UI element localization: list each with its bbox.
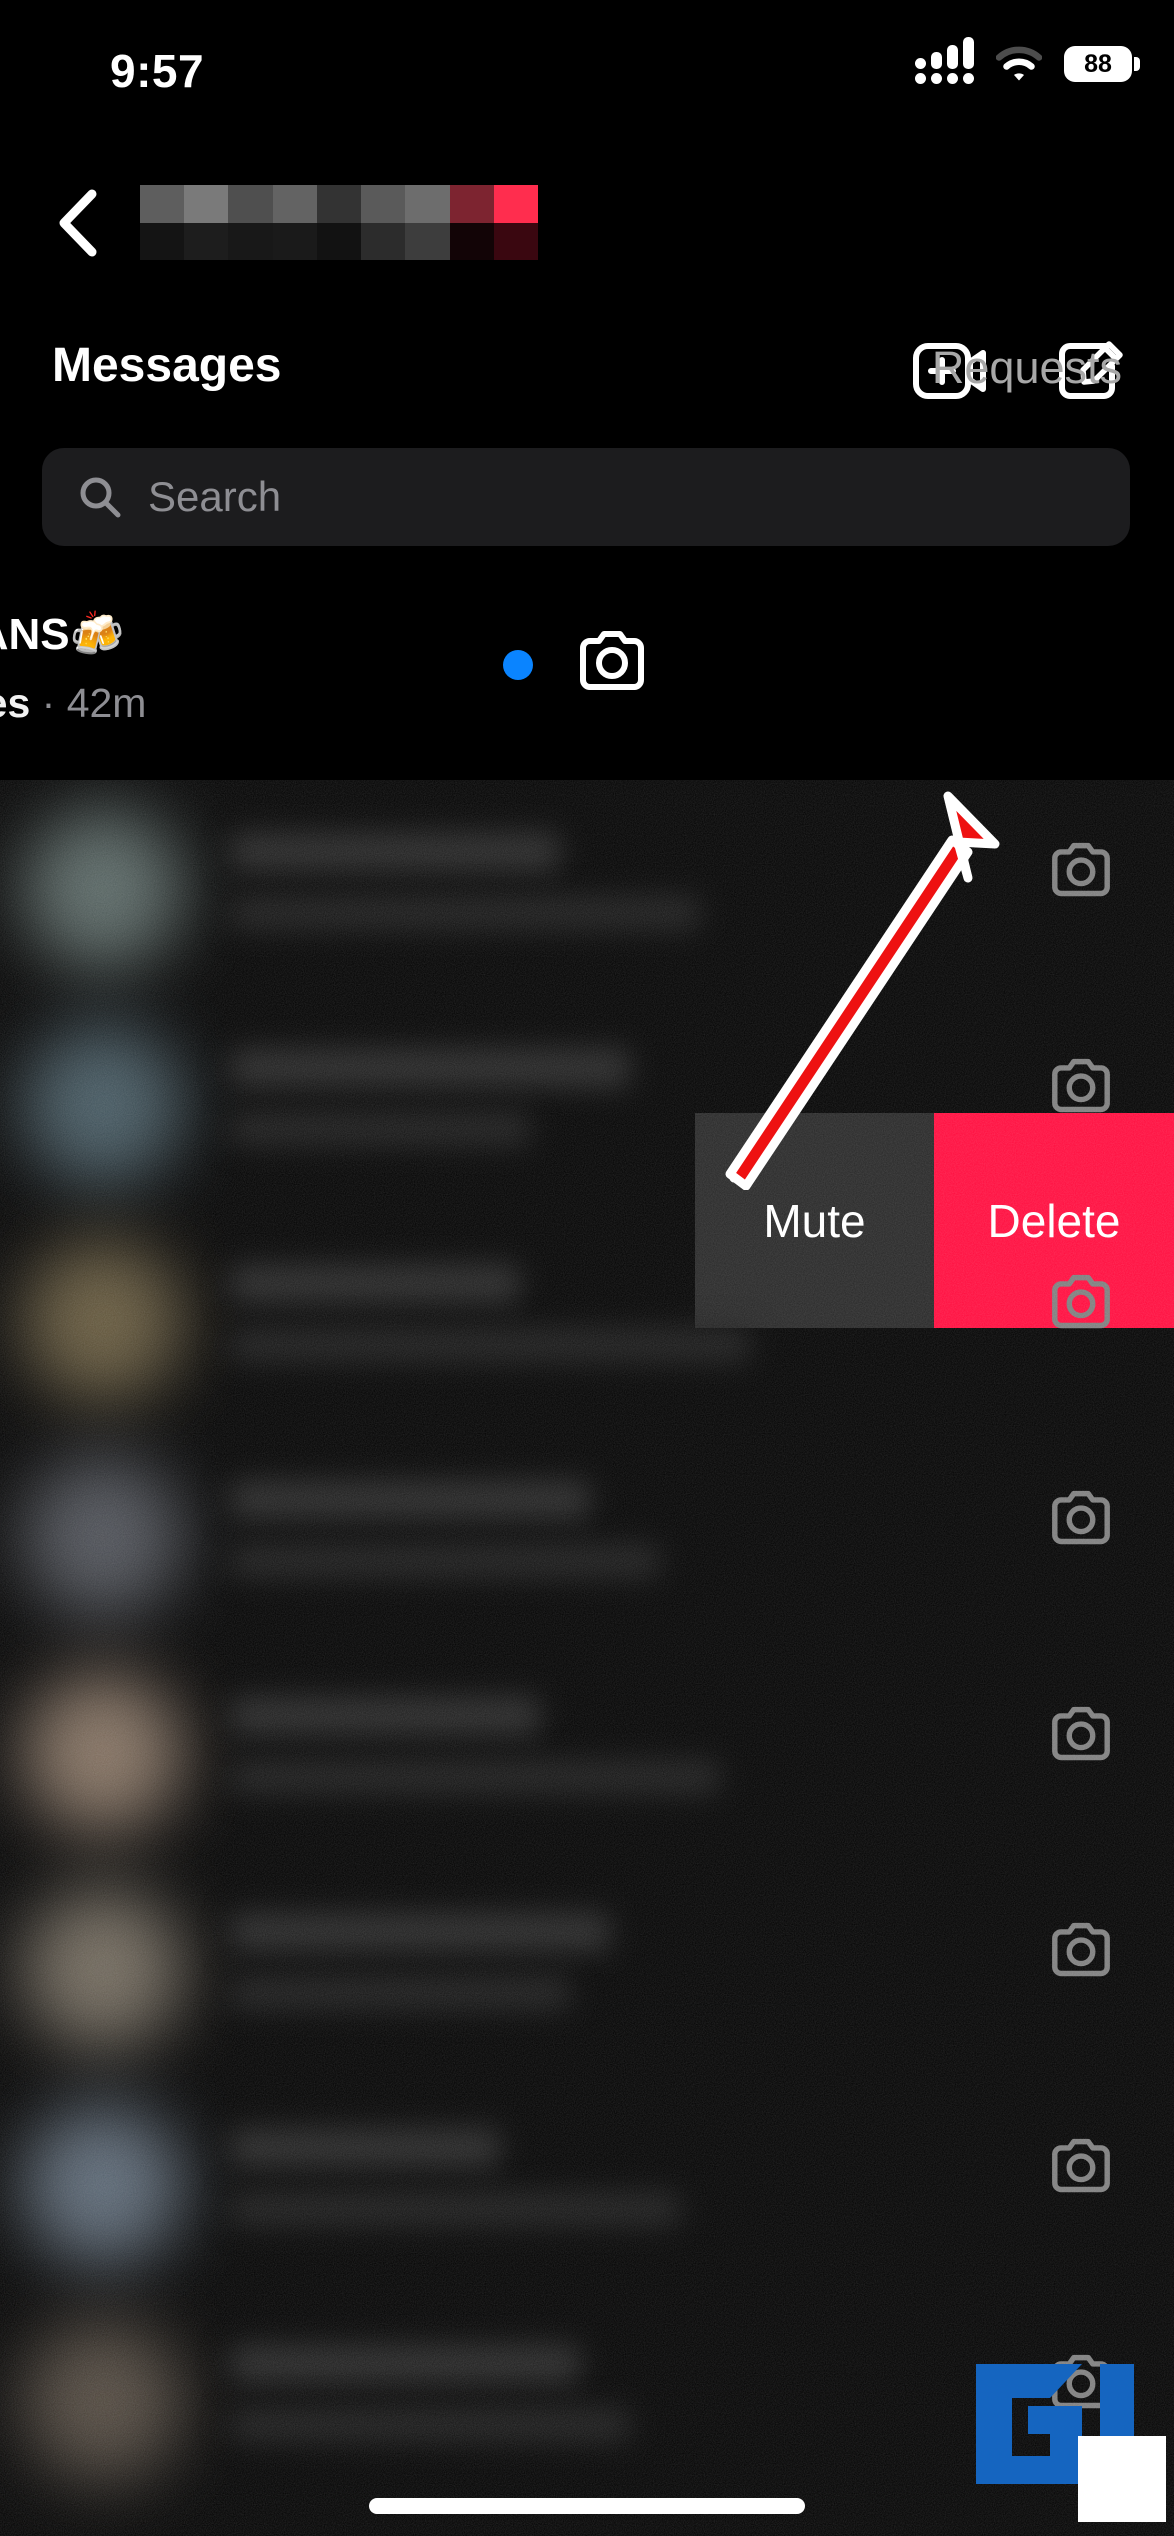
list-item[interactable] — [0, 1644, 1174, 1860]
camera-icon[interactable] — [1050, 842, 1112, 898]
list-item[interactable] — [0, 1428, 1174, 1644]
camera-icon[interactable] — [1050, 1274, 1112, 1330]
wifi-icon — [996, 46, 1042, 81]
search-placeholder: Search — [148, 473, 282, 520]
list-item[interactable] — [0, 2076, 1174, 2292]
battery-icon: 88 — [1064, 46, 1140, 82]
battery-level: 88 — [1084, 49, 1112, 78]
list-item[interactable] — [0, 1860, 1174, 2076]
conversation-title: TITANS🍻 — [0, 610, 125, 659]
home-indicator-bar[interactable] — [369, 2498, 805, 2514]
camera-icon[interactable] — [1050, 1490, 1112, 1546]
red-arrow-annotation — [725, 791, 1000, 1190]
camera-icon[interactable] — [1050, 1058, 1112, 1114]
redacted-username — [140, 185, 538, 260]
status-bar: 9:57 88 — [0, 0, 1174, 110]
search-icon — [80, 477, 121, 518]
status-indicators: 88 — [915, 37, 1140, 84]
list-item[interactable] — [0, 1212, 1174, 1428]
unread-indicator-dot — [503, 650, 533, 680]
watermark-cover — [1078, 2436, 1166, 2522]
status-time: 9:57 — [110, 45, 205, 97]
conversation-subtitle: sages · 42m — [0, 680, 146, 727]
search-input[interactable]: Search — [42, 448, 1130, 546]
camera-icon[interactable] — [578, 630, 646, 692]
tab-messages[interactable]: Messages — [52, 338, 281, 393]
instagram-messages-screen: 9:57 88 Messages Requests Search NS🍻 s ·… — [0, 0, 1174, 2536]
conversation-subtitle-bold: sages — [0, 680, 31, 726]
tab-requests[interactable]: Requests — [932, 342, 1122, 394]
cellular-signal-icon — [915, 37, 974, 84]
conversation-subtitle-time: · 42m — [30, 680, 147, 726]
back-chevron-icon[interactable] — [54, 188, 100, 258]
camera-icon[interactable] — [1050, 2138, 1112, 2194]
camera-icon[interactable] — [1050, 1706, 1112, 1762]
messages-requests-row: Messages Requests — [0, 330, 1174, 420]
camera-icon[interactable] — [1050, 1922, 1112, 1978]
